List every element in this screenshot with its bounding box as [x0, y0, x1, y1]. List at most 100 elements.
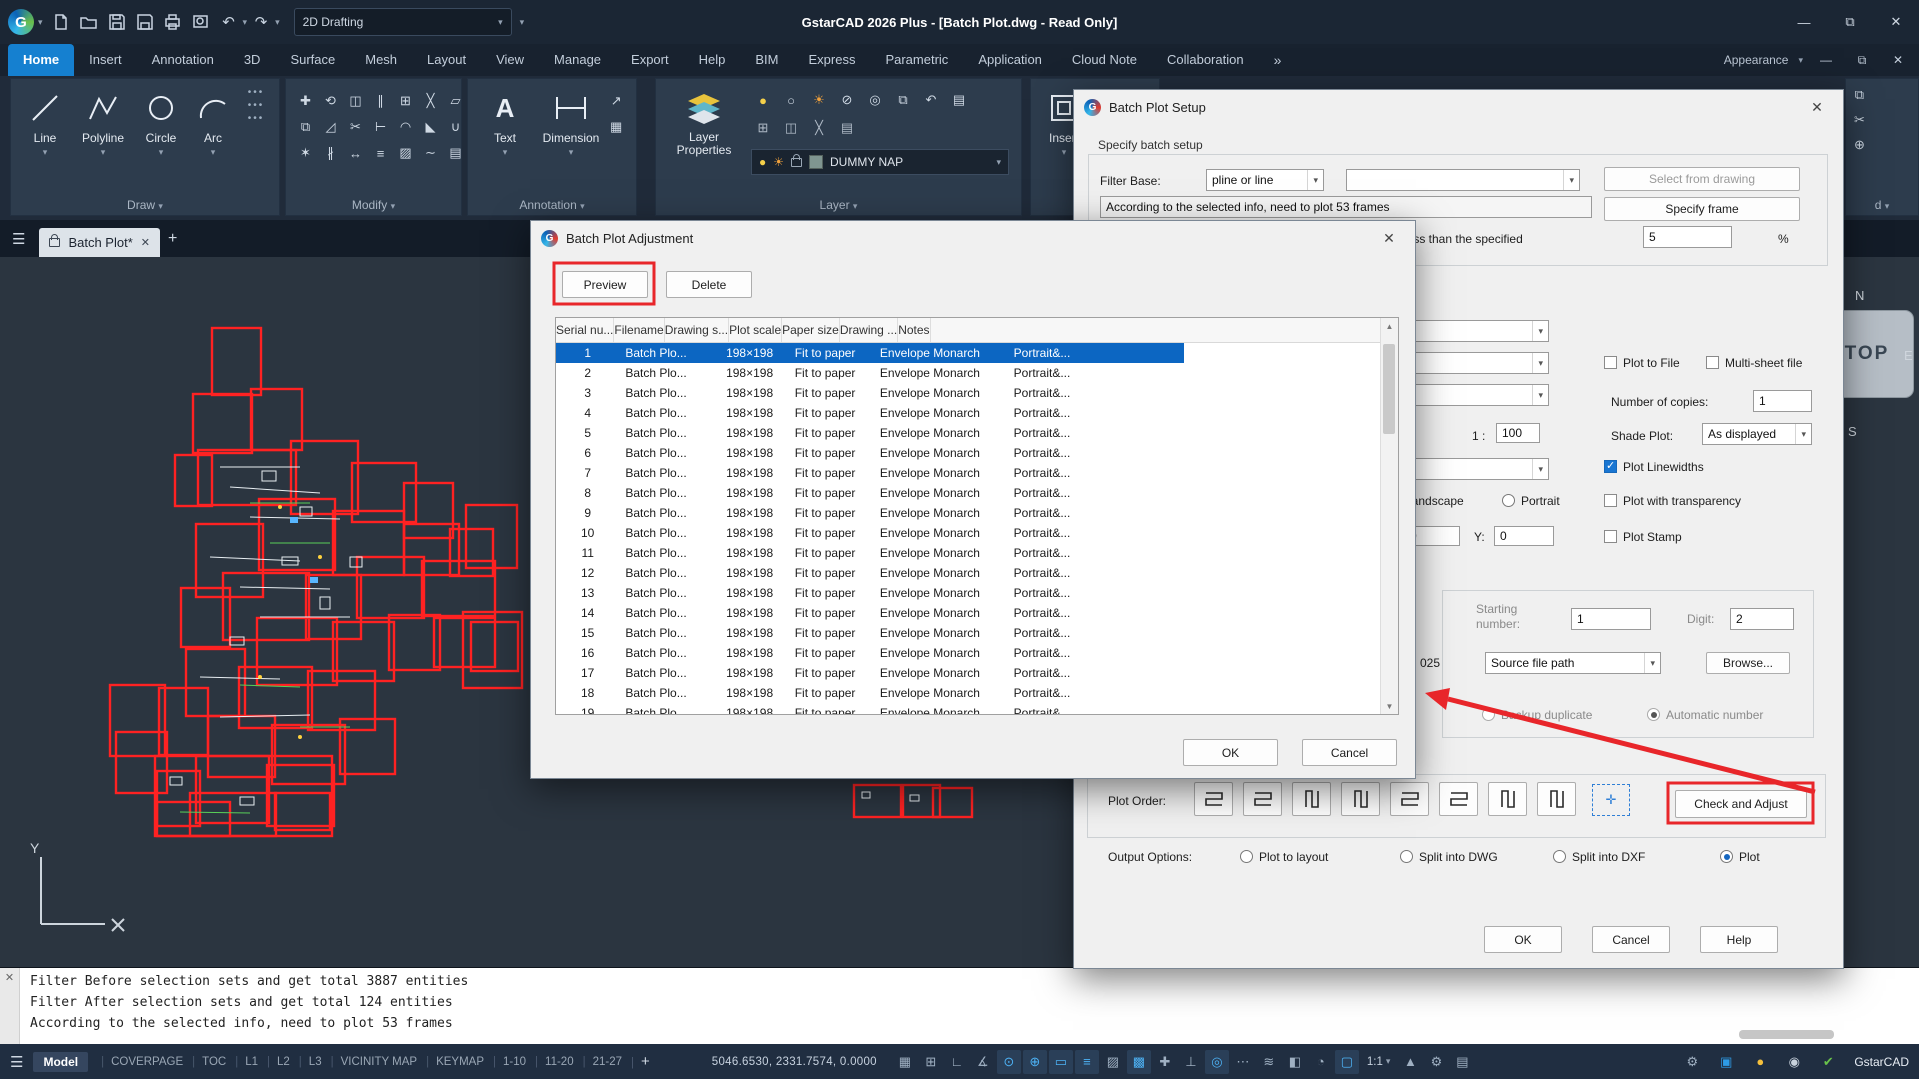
- browse-button[interactable]: Browse...: [1706, 652, 1790, 674]
- table-row[interactable]: 1 Batch Plo... 198×198 Fit to paper Enve…: [556, 343, 1184, 363]
- table-row[interactable]: 7 Batch Plo... 198×198 Fit to paper Enve…: [556, 463, 1184, 483]
- new-tab-button[interactable]: +: [168, 230, 177, 248]
- plot-linewidths-box-icon[interactable]: [1604, 460, 1617, 473]
- ribbon-tab[interactable]: Application: [963, 44, 1057, 76]
- trim-icon[interactable]: ✂: [344, 115, 367, 139]
- layout-tab[interactable]: 1-10: [486, 1056, 526, 1068]
- model-tab[interactable]: Model: [33, 1052, 88, 1072]
- table-header-cell[interactable]: Serial nu...: [556, 318, 614, 342]
- doc-minimize-button[interactable]: —: [1813, 53, 1839, 67]
- ribbon-tab[interactable]: Collaboration: [1152, 44, 1259, 76]
- lengthen-icon[interactable]: ↔: [344, 141, 367, 165]
- layer-previous-icon[interactable]: ↶: [919, 89, 943, 111]
- dynamic-ucs-icon[interactable]: ⊥: [1179, 1050, 1203, 1074]
- layout-tab[interactable]: 11-20: [528, 1056, 574, 1068]
- split-into-dwg-radio[interactable]: Split into DWG: [1400, 850, 1498, 864]
- lineweight-icon[interactable]: ≡: [1075, 1050, 1099, 1074]
- compass-south-label[interactable]: S: [1848, 424, 1857, 439]
- preview-button[interactable]: Preview: [562, 271, 648, 298]
- table-row[interactable]: 6 Batch Plo... 198×198 Fit to paper Enve…: [556, 443, 1184, 463]
- logo-menu-caret-icon[interactable]: ▾: [38, 17, 43, 28]
- modify-panel-label[interactable]: Modify ▾: [286, 198, 461, 212]
- layout-tab[interactable]: VICINITY MAP: [324, 1056, 417, 1068]
- stretch-icon[interactable]: ▱: [444, 89, 467, 113]
- snap-icon[interactable]: ⊞: [919, 1050, 943, 1074]
- workspace-switch-icon[interactable]: ⚙: [1424, 1050, 1448, 1074]
- circle-caret-icon[interactable]: ▾: [159, 147, 164, 158]
- table-row[interactable]: 17 Batch Plo... 198×198 Fit to paper Env…: [556, 663, 1184, 683]
- text-caret-icon[interactable]: ▾: [503, 147, 508, 158]
- layout-tab[interactable]: KEYMAP: [419, 1056, 484, 1068]
- table-row[interactable]: 4 Batch Plo... 198×198 Fit to paper Enve…: [556, 403, 1184, 423]
- workspace-combo[interactable]: 2D Drafting ▾: [294, 8, 512, 36]
- multi-sheet-checkbox[interactable]: Multi-sheet file: [1706, 356, 1802, 370]
- table-icon[interactable]: ▦: [610, 119, 622, 135]
- table-header-cell[interactable]: Drawing s...: [665, 318, 729, 342]
- plot-transparency-checkbox[interactable]: Plot with transparency: [1604, 494, 1741, 508]
- table-row[interactable]: 10 Batch Plo... 198×198 Fit to paper Env…: [556, 523, 1184, 543]
- open-file-icon[interactable]: [75, 8, 103, 36]
- clean-screen-icon[interactable]: ◧: [1283, 1050, 1307, 1074]
- ribbon-tab[interactable]: Express: [793, 44, 870, 76]
- ribbon-overflow-icon[interactable]: »: [1259, 44, 1297, 76]
- ribbon-tab[interactable]: 3D: [229, 44, 276, 76]
- notification-bulb-icon[interactable]: ●: [1748, 1050, 1772, 1074]
- table-row[interactable]: 9 Batch Plo... 198×198 Fit to paper Enve…: [556, 503, 1184, 523]
- annotation-monitor-icon[interactable]: ◎: [1205, 1050, 1229, 1074]
- digit-input[interactable]: 2: [1730, 608, 1794, 630]
- object-snap-tracking-icon[interactable]: ⊕: [1023, 1050, 1047, 1074]
- rotate-icon[interactable]: ⟲: [319, 89, 342, 113]
- arc-tool[interactable]: Arc ▾: [191, 87, 235, 158]
- layout-tab[interactable]: L3: [292, 1056, 322, 1068]
- appearance-label[interactable]: Appearance: [1724, 53, 1789, 67]
- layer-freeze-sun-icon[interactable]: ☀: [773, 155, 784, 169]
- backup-duplicate-radio-icon[interactable]: [1482, 708, 1495, 721]
- filter-base-combo[interactable]: pline or line▾: [1206, 169, 1324, 191]
- scale-value-input[interactable]: 100: [1496, 423, 1540, 443]
- automatic-number-radio-icon[interactable]: [1647, 708, 1660, 721]
- app-menu-icon[interactable]: ☰: [6, 230, 31, 248]
- layer-off-icon[interactable]: ○: [779, 89, 803, 111]
- table-row[interactable]: 3 Batch Plo... 198×198 Fit to paper Enve…: [556, 383, 1184, 403]
- scroll-thumb[interactable]: [1383, 344, 1395, 434]
- command-hscrollbar[interactable]: [1739, 1030, 1834, 1039]
- plot-stamp-checkbox[interactable]: Plot Stamp: [1604, 530, 1682, 544]
- leader-icon[interactable]: ↗: [610, 93, 622, 109]
- order-horizontal-s-reverse-icon[interactable]: [1243, 782, 1282, 816]
- ribbon-tab[interactable]: Cloud Note: [1057, 44, 1152, 76]
- delete-button[interactable]: Delete: [666, 271, 752, 298]
- new-file-icon[interactable]: [47, 8, 75, 36]
- table-header-cell[interactable]: Notes: [898, 318, 930, 342]
- layer-merge-icon[interactable]: ◫: [779, 117, 803, 139]
- undo-icon[interactable]: ↶: [215, 8, 243, 36]
- status-menu-icon[interactable]: ☰: [10, 1053, 23, 1071]
- mirror-icon[interactable]: ◫: [344, 89, 367, 113]
- annotation-panel-label[interactable]: Annotation ▾: [468, 198, 636, 212]
- offset-icon[interactable]: ∥: [369, 89, 392, 113]
- polyline-caret-icon[interactable]: ▾: [101, 147, 106, 158]
- layout-tab[interactable]: L2: [260, 1056, 290, 1068]
- setup-help-button[interactable]: Help: [1700, 926, 1778, 953]
- save-as-icon[interactable]: [131, 8, 159, 36]
- annotation-scale-chip[interactable]: 1:1 ▾: [1367, 1056, 1391, 1068]
- table-row[interactable]: 13 Batch Plo... 198×198 Fit to paper Env…: [556, 583, 1184, 603]
- paste-icon[interactable]: ⧉: [1854, 87, 1865, 103]
- adjust-ok-button[interactable]: OK: [1183, 739, 1278, 766]
- erase-icon[interactable]: ╳: [419, 89, 442, 113]
- print-preview-icon[interactable]: [187, 8, 215, 36]
- insert-caret-icon[interactable]: ▾: [1062, 147, 1067, 158]
- table-row[interactable]: 8 Batch Plo... 198×198 Fit to paper Enve…: [556, 483, 1184, 503]
- shade-plot-combo[interactable]: As displayed▾: [1702, 423, 1812, 445]
- adjust-dialog-titlebar[interactable]: G Batch Plot Adjustment ✕: [531, 221, 1415, 255]
- table-row[interactable]: 5 Batch Plo... 198×198 Fit to paper Enve…: [556, 423, 1184, 443]
- fillet-icon[interactable]: ◠: [394, 115, 417, 139]
- order-vertical-z-icon[interactable]: [1488, 782, 1527, 816]
- layer-lock-icon[interactable]: [791, 158, 802, 167]
- layout-tab[interactable]: L1: [228, 1056, 258, 1068]
- plot-radio-icon[interactable]: [1720, 850, 1733, 863]
- order-horizontal-z-reverse-icon[interactable]: [1439, 782, 1478, 816]
- break-icon[interactable]: ∦: [319, 141, 342, 165]
- command-history[interactable]: Filter Before selection sets and get tot…: [20, 971, 1919, 1034]
- layer-lock-icon[interactable]: ⊘: [835, 89, 859, 111]
- scroll-down-icon[interactable]: ▼: [1381, 698, 1398, 714]
